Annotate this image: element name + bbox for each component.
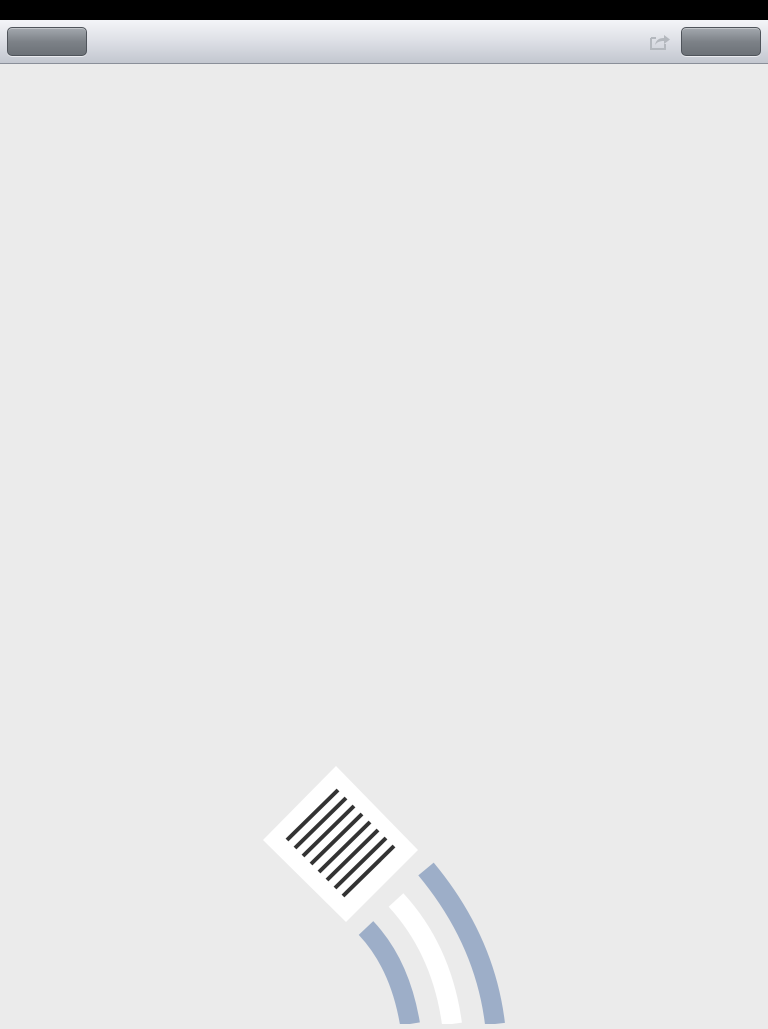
wave-inner — [358, 921, 420, 1026]
document-transmission-icon — [250, 760, 520, 1026]
document-sheet — [263, 766, 418, 922]
toolbar-left-button[interactable] — [7, 27, 87, 56]
status-bar — [0, 0, 768, 20]
toolbar-right-button[interactable] — [681, 27, 761, 56]
share-icon[interactable] — [646, 28, 672, 54]
top-toolbar — [0, 20, 768, 64]
